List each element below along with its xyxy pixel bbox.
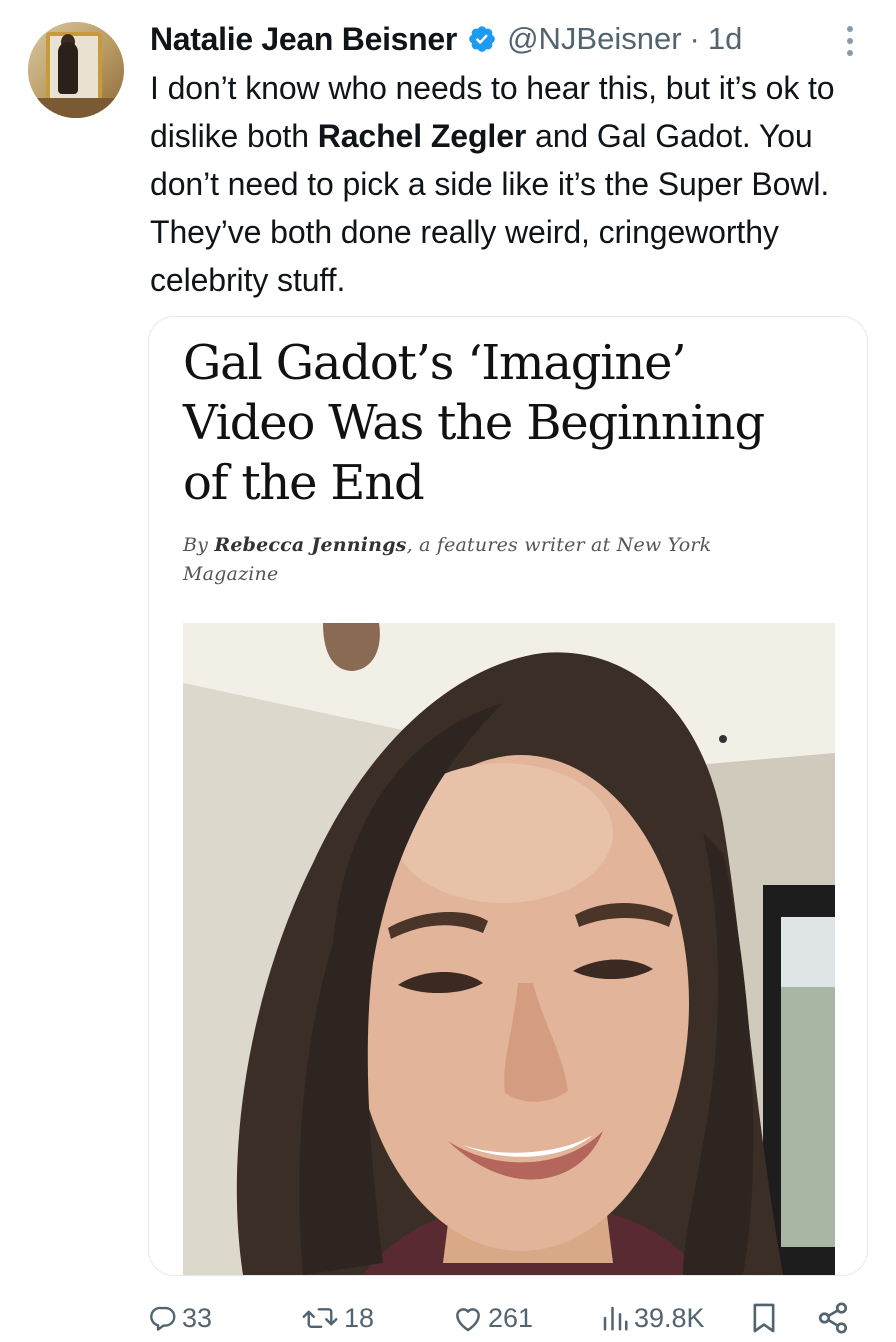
more-options-icon[interactable] <box>840 24 860 58</box>
reply-count: 33 <box>182 1302 213 1333</box>
share-icon <box>818 1302 848 1334</box>
views-button[interactable]: 39.8K <box>600 1296 705 1340</box>
article-photo[interactable] <box>183 623 835 1275</box>
separator: · <box>689 21 700 56</box>
repost-icon <box>302 1308 338 1328</box>
reply-icon <box>150 1306 176 1331</box>
repost-count: 18 <box>344 1302 375 1333</box>
author-handle[interactable]: @NJBeisner <box>507 21 681 57</box>
views-icon <box>603 1306 628 1331</box>
action-bar: 33 18 261 39.8K <box>0 1296 896 1340</box>
author-name[interactable]: Natalie Jean Beisner <box>150 21 457 58</box>
timestamp[interactable]: 1d <box>708 21 742 57</box>
like-button[interactable]: 261 <box>452 1296 533 1340</box>
tweet-text: I don’t know who needs to hear this, but… <box>150 70 844 298</box>
byline-author: Rebecca Jennings <box>214 534 407 556</box>
share-button[interactable] <box>816 1296 850 1340</box>
repost-button[interactable]: 18 <box>300 1296 374 1340</box>
avatar[interactable] <box>28 22 124 118</box>
bookmark-button[interactable] <box>748 1296 780 1340</box>
media-card[interactable]: Gal Gadot’s ‘Imagine’ Video Was the Begi… <box>148 316 868 1276</box>
article-headline: Gal Gadot’s ‘Imagine’ Video Was the Begi… <box>183 335 765 511</box>
article-byline: By Rebecca Jennings, a features writer a… <box>183 534 712 585</box>
tweet-header: Natalie Jean Beisner @NJBeisner · 1d <box>150 18 742 60</box>
bookmark-icon <box>753 1303 775 1333</box>
reply-button[interactable]: 33 <box>148 1296 212 1340</box>
verified-badge-icon <box>469 26 495 52</box>
heart-icon <box>456 1308 480 1332</box>
view-count: 39.8K <box>634 1302 705 1333</box>
portrait-image <box>183 623 835 1275</box>
like-count: 261 <box>488 1302 534 1333</box>
mention-bold: Rachel Zegler <box>317 118 527 154</box>
